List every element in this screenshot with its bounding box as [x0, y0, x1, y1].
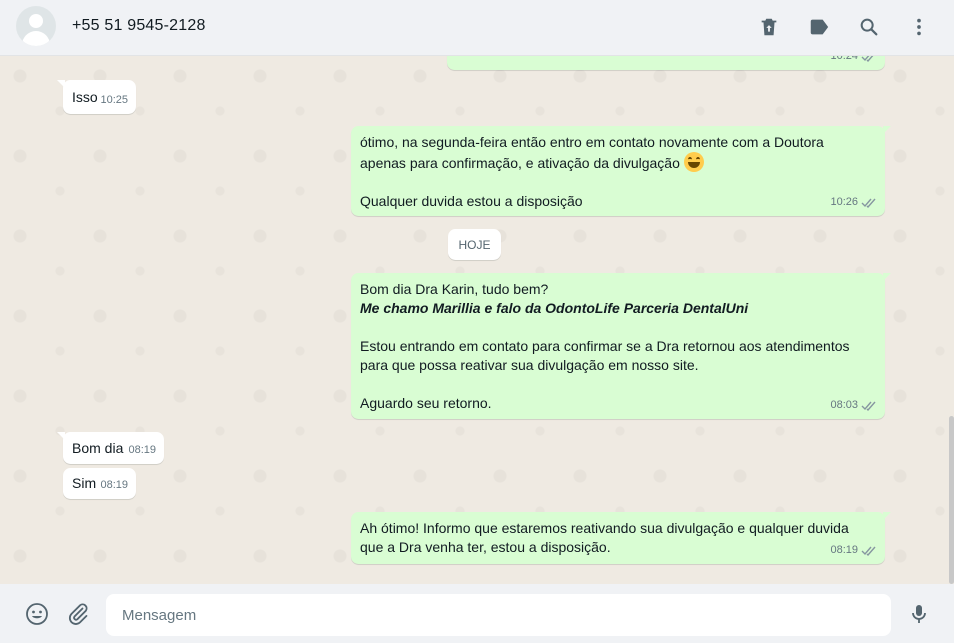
message-bold-line: Me chamo Marillia e falo da OdontoLife P…: [360, 300, 749, 316]
contact-avatar[interactable]: [16, 6, 56, 46]
message-meta: 10:24: [830, 56, 877, 66]
message-time: 08:19: [100, 479, 128, 491]
message-time: 10:26: [830, 196, 858, 208]
date-divider: HOJE: [448, 229, 501, 260]
label-icon-glyph: [810, 19, 829, 35]
message-text-line: apenas para confirmação, e ativação da d…: [360, 152, 876, 173]
attach-icon-glyph: [69, 603, 88, 625]
message-meta: 08:19: [100, 476, 128, 495]
emoji-icon[interactable]: [24, 601, 50, 627]
conversation-panel[interactable]: 10:24 Isso 10:25 ótimo, na segunda-feira…: [0, 56, 954, 584]
message-incoming[interactable]: Isso 10:25: [57, 80, 136, 114]
label-icon[interactable]: [806, 14, 832, 40]
message-time: 08:03: [830, 399, 858, 411]
message-outgoing[interactable]: 10:24: [447, 56, 885, 70]
message-text-line: Ah ótimo! Informo que estaremos reativan…: [360, 520, 849, 536]
contact-name[interactable]: +55 51 9545-2128: [72, 17, 206, 35]
message-text: apenas para confirmação, e ativação da d…: [360, 155, 680, 171]
menu-icon-glyph: [917, 18, 921, 36]
message-meta: 08:19: [830, 541, 877, 560]
message-time: 10:25: [100, 94, 128, 106]
message-time: 08:19: [128, 444, 156, 456]
message-input[interactable]: [106, 594, 891, 636]
message-incoming[interactable]: Bom dia 08:19: [57, 432, 164, 464]
message-text: Bom dia: [72, 440, 124, 456]
avatar-head-shape: [29, 14, 43, 28]
search-icon[interactable]: [856, 14, 882, 40]
message-meta: 08:19: [128, 441, 156, 460]
message-text-line: Aguardo seu retorno.: [360, 395, 492, 411]
message-text-line: para que possa reativar sua divulgação e…: [360, 357, 699, 373]
message-text: Isso: [72, 89, 98, 105]
message-text: Sim: [72, 475, 97, 491]
message-outgoing[interactable]: Bom dia Dra Karin, tudo bem? Me chamo Ma…: [351, 273, 891, 419]
message-meta: 10:26: [830, 193, 877, 212]
read-checks-icon: [861, 56, 874, 62]
message-meta: 10:25: [100, 91, 128, 110]
menu-icon[interactable]: [906, 14, 932, 40]
chat-header: +55 51 9545-2128: [0, 0, 954, 56]
attach-icon[interactable]: [65, 601, 91, 627]
message-outgoing[interactable]: ótimo, na segunda-feira então entro em c…: [351, 126, 891, 216]
delete-icon[interactable]: [756, 14, 782, 40]
search-icon-glyph: [860, 18, 878, 36]
message-text-line: Bom dia Dra Karin, tudo bem?: [360, 281, 549, 297]
message-meta: 08:03: [830, 396, 877, 415]
compose-bar: [0, 584, 954, 643]
message-incoming[interactable]: Sim 08:19: [63, 468, 136, 499]
read-checks-icon: [861, 198, 876, 208]
chat-scrollbar[interactable]: [949, 416, 954, 584]
message-text-line: que a Dra venha ter, estou a disposição.: [360, 539, 611, 555]
message-text-line: Estou entrando em contato para confirmar…: [360, 338, 850, 354]
mic-icon-glyph: [912, 605, 926, 623]
emoji-icon-glyph: [26, 603, 48, 625]
message-time: 10:24: [830, 56, 858, 62]
message-text-line: Qualquer duvida estou a disposição: [360, 193, 583, 209]
message-outgoing[interactable]: Ah ótimo! Informo que estaremos reativan…: [351, 512, 891, 564]
read-checks-icon: [861, 401, 876, 411]
read-checks-icon: [861, 546, 876, 556]
message-text-line: ótimo, na segunda-feira então entro em c…: [360, 134, 824, 150]
delete-icon-glyph: [761, 18, 777, 36]
grinning-face-emoji-icon: [683, 152, 704, 172]
mic-icon[interactable]: [906, 601, 932, 627]
message-time: 08:19: [830, 544, 858, 556]
avatar-body-shape: [22, 31, 50, 46]
